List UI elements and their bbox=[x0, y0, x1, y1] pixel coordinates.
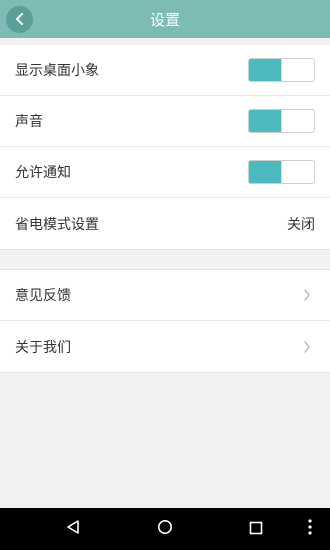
setting-row-power-saving[interactable]: 省电模式设置 关闭 bbox=[0, 198, 330, 249]
link-row-about[interactable]: 关于我们 bbox=[0, 321, 330, 372]
toggle-fill bbox=[249, 59, 282, 81]
nav-more-button[interactable] bbox=[290, 508, 330, 550]
app-header: 设置 bbox=[0, 0, 330, 38]
chevron-right-icon bbox=[299, 339, 315, 355]
setting-label: 省电模式设置 bbox=[15, 216, 99, 233]
toggle-knob bbox=[281, 59, 314, 81]
setting-label: 显示桌面小象 bbox=[15, 63, 99, 79]
nav-home-button[interactable] bbox=[140, 508, 190, 550]
chevron-left-icon bbox=[14, 10, 26, 29]
chevron-right-icon bbox=[299, 287, 315, 303]
nav-recents-button[interactable] bbox=[231, 508, 281, 550]
toggle-knob bbox=[281, 161, 314, 183]
link-row-feedback[interactable]: 意见反馈 bbox=[0, 270, 330, 321]
system-nav-bar bbox=[0, 508, 330, 550]
setting-label: 声音 bbox=[15, 114, 43, 130]
link-label: 意见反馈 bbox=[15, 288, 71, 304]
link-label: 关于我们 bbox=[15, 339, 71, 356]
desktop-elephant-toggle[interactable] bbox=[248, 58, 315, 82]
setting-row-sound: 声音 bbox=[0, 96, 330, 147]
setting-label: 允许通知 bbox=[15, 165, 71, 181]
page-title: 设置 bbox=[149, 10, 180, 29]
recents-square-icon bbox=[249, 520, 263, 539]
setting-row-notifications: 允许通知 bbox=[0, 147, 330, 198]
nav-back-button[interactable] bbox=[48, 508, 98, 550]
links-group: 意见反馈 关于我们 bbox=[0, 269, 330, 373]
home-circle-icon bbox=[157, 519, 173, 539]
toggle-fill bbox=[249, 161, 282, 183]
notifications-toggle[interactable] bbox=[248, 160, 315, 184]
toggle-knob bbox=[281, 110, 314, 132]
power-saving-value: 关闭 bbox=[287, 216, 315, 233]
back-triangle-icon bbox=[65, 519, 81, 539]
more-vertical-icon bbox=[307, 518, 313, 540]
settings-group: 显示桌面小象 声音 允许通知 省电模式设置 关闭 bbox=[0, 45, 330, 250]
back-button[interactable] bbox=[6, 6, 33, 33]
setting-row-desktop-elephant: 显示桌面小象 bbox=[0, 45, 330, 96]
toggle-fill bbox=[249, 110, 282, 132]
sound-toggle[interactable] bbox=[248, 109, 315, 133]
